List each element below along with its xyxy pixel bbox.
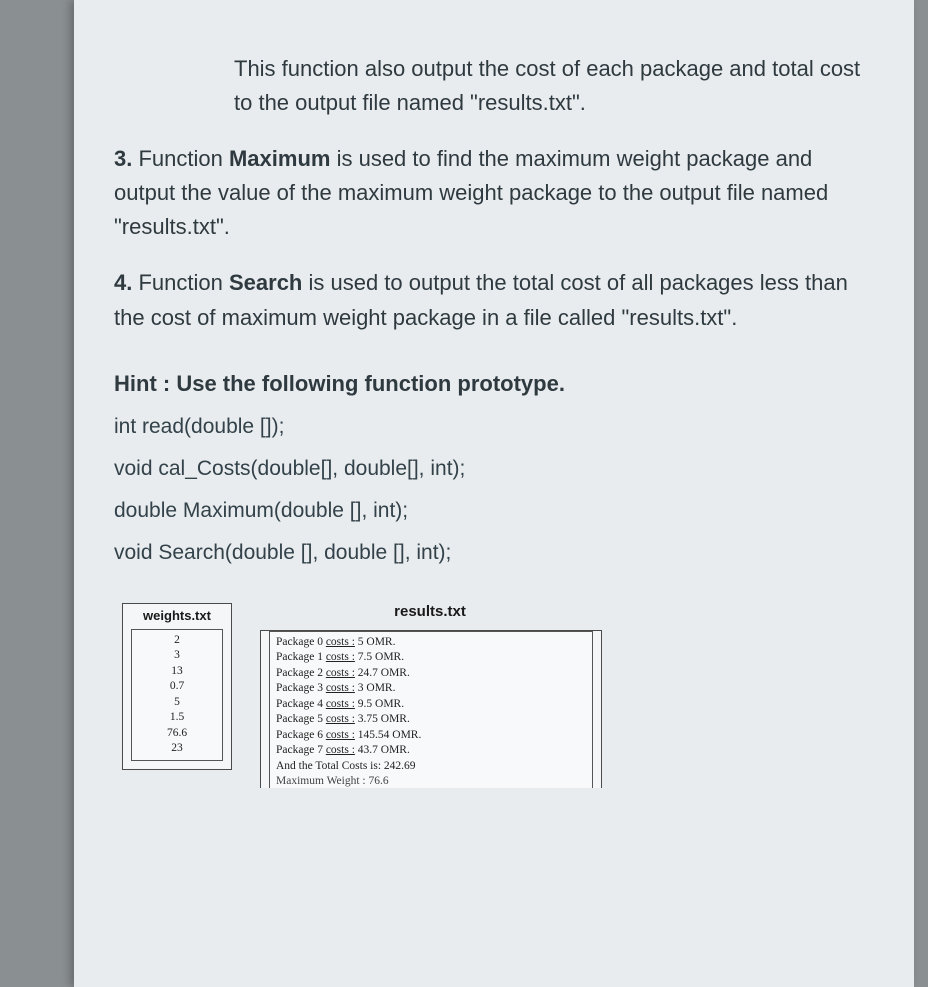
results-column: results.txt Package 0 costs : 5 OMR. Pac… xyxy=(260,603,602,789)
result-row: Package 1 costs : 7.5 OMR. xyxy=(276,650,586,666)
item-3-function-name: Maximum xyxy=(229,146,330,171)
weights-values: 2 3 13 0.7 5 1.5 76.6 23 xyxy=(131,629,223,761)
item-3-paragraph: 3. Function Maximum is used to find the … xyxy=(114,142,874,244)
weight-row: 13 xyxy=(132,664,222,680)
result-row: Package 2 costs : 24.7 OMR. xyxy=(276,666,586,682)
results-file-box: Package 0 costs : 5 OMR. Package 1 costs… xyxy=(260,630,602,789)
hint-block: Hint : Use the following function protot… xyxy=(114,371,874,565)
prototype-3: double Maximum(double [], int); xyxy=(114,499,874,523)
result-cutoff: Maximum Weight : 76.6 xyxy=(276,774,586,788)
item-4-paragraph: 4. Function Search is used to output the… xyxy=(114,266,874,334)
weight-row: 0.7 xyxy=(132,679,222,695)
prototype-4: void Search(double [], double [], int); xyxy=(114,541,874,565)
result-row: Package 4 costs : 9.5 OMR. xyxy=(276,697,586,713)
result-row: Package 3 costs : 3 OMR. xyxy=(276,681,586,697)
intro-paragraph: This function also output the cost of ea… xyxy=(234,52,874,120)
result-row: Package 7 costs : 43.7 OMR. xyxy=(276,743,586,759)
item-3-pre: Function xyxy=(138,146,229,171)
weight-row: 23 xyxy=(132,741,222,757)
item-4-function-name: Search xyxy=(229,270,302,295)
item-3-number: 3. xyxy=(114,146,132,171)
weights-file-box: weights.txt 2 3 13 0.7 5 1.5 76.6 23 xyxy=(122,603,232,770)
item-4-number: 4. xyxy=(114,270,132,295)
document-page: This function also output the cost of ea… xyxy=(74,0,914,987)
weight-row: 3 xyxy=(132,648,222,664)
weight-row: 1.5 xyxy=(132,710,222,726)
result-row: Package 6 costs : 145.54 OMR. xyxy=(276,728,586,744)
result-total: And the Total Costs is: 242.69 xyxy=(276,759,586,775)
weight-row: 2 xyxy=(132,633,222,649)
result-row: Package 5 costs : 3.75 OMR. xyxy=(276,712,586,728)
prototype-1: int read(double []); xyxy=(114,415,874,439)
result-row: Package 0 costs : 5 OMR. xyxy=(276,635,586,651)
results-file-title: results.txt xyxy=(260,603,600,620)
weight-row: 76.6 xyxy=(132,726,222,742)
files-area: weights.txt 2 3 13 0.7 5 1.5 76.6 23 res… xyxy=(122,603,874,789)
prototype-2: void cal_Costs(double[], double[], int); xyxy=(114,457,874,481)
results-values: Package 0 costs : 5 OMR. Package 1 costs… xyxy=(269,631,593,789)
item-4-pre: Function xyxy=(138,270,229,295)
hint-title: Hint : Use the following function protot… xyxy=(114,371,874,397)
weight-row: 5 xyxy=(132,695,222,711)
weights-file-title: weights.txt xyxy=(123,604,231,629)
